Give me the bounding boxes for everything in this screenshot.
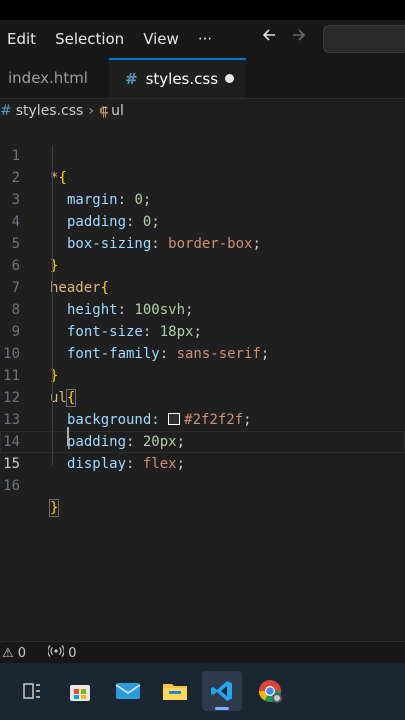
tab-label: index.html: [8, 69, 88, 87]
code-line[interactable]: 1 *{: [0, 123, 405, 186]
status-bar: ⚠ 0 0: [0, 641, 405, 664]
css-file-icon: #: [125, 70, 138, 88]
broadcast-icon: [47, 645, 68, 661]
tab-styles-css[interactable]: # styles.css: [109, 58, 246, 98]
line-number: 16: [3, 478, 20, 494]
store-icon[interactable]: [60, 671, 100, 711]
code-line[interactable]: 11 ul{: [0, 343, 405, 407]
code-line[interactable]: 2 margin: 0;: [0, 145, 405, 208]
problems-status[interactable]: ⚠ 0: [2, 646, 26, 661]
code-line[interactable]: 7 height: 100svh;: [0, 255, 405, 318]
code-editor[interactable]: 1 *{ 2 margin: 0; 3 padding: 0; 4 box-si…: [0, 123, 405, 643]
symbol-icon: ⸿: [98, 105, 109, 120]
vscode-icon[interactable]: [202, 671, 242, 711]
code-line[interactable]: 13 padding: 20px;: [0, 387, 405, 450]
ports-status[interactable]: 0: [47, 645, 77, 661]
text-cursor: [67, 427, 69, 446]
code-line[interactable]: 16 }: [0, 453, 405, 517]
menu-more-button[interactable]: ···: [198, 30, 212, 48]
code-line[interactable]: 14 display: flex;: [0, 409, 405, 472]
code-line[interactable]: 9 font-family: sans-serif;: [0, 299, 405, 362]
code-line[interactable]: 6 header{: [0, 233, 405, 296]
mail-icon[interactable]: [108, 671, 148, 711]
arrow-right-icon[interactable]: [290, 26, 308, 49]
token: }: [48, 499, 60, 517]
menu-bar: Edit Selection View ···: [0, 20, 405, 58]
editor-tabs: index.html # styles.css: [0, 58, 405, 99]
breadcrumb-file[interactable]: styles.css: [16, 103, 84, 119]
code-line[interactable]: 5 }: [0, 211, 405, 274]
tab-index-html[interactable]: index.html: [0, 58, 108, 98]
menu-selection[interactable]: Selection: [55, 30, 124, 48]
problems-count: 0: [17, 645, 27, 661]
code-line-current[interactable]: 15: [0, 431, 405, 472]
code-line[interactable]: 3 padding: 0;: [0, 167, 405, 230]
chevron-right-icon: ›: [88, 103, 94, 119]
css-file-icon: #: [0, 103, 12, 119]
code-line[interactable]: 12 background: #2f2f2f;: [0, 365, 405, 428]
chrome-icon[interactable]: [250, 671, 290, 711]
tab-label: styles.css: [145, 70, 219, 88]
top-system-bar: [0, 0, 405, 20]
breadcrumb-symbol[interactable]: ul: [111, 103, 124, 119]
task-view-icon[interactable]: [12, 671, 52, 711]
menu-edit[interactable]: Edit: [7, 30, 36, 48]
file-explorer-icon[interactable]: [155, 671, 195, 711]
code-line[interactable]: 8 font-size: 18px;: [0, 277, 405, 340]
code-line[interactable]: 4 box-sizing: border-box;: [0, 189, 405, 252]
breadcrumb: # styles.css › ⸿ ul: [0, 99, 405, 123]
code-line[interactable]: 10 }: [0, 321, 405, 384]
command-center-search[interactable]: [323, 25, 405, 53]
ports-count: 0: [68, 646, 77, 661]
warning-icon: ⚠: [2, 645, 14, 661]
indent-guide: [52, 145, 53, 465]
unsaved-dot-icon[interactable]: [225, 74, 234, 83]
windows-taskbar: [0, 663, 405, 720]
arrow-left-icon[interactable]: [260, 26, 278, 49]
menu-view[interactable]: View: [143, 30, 179, 48]
